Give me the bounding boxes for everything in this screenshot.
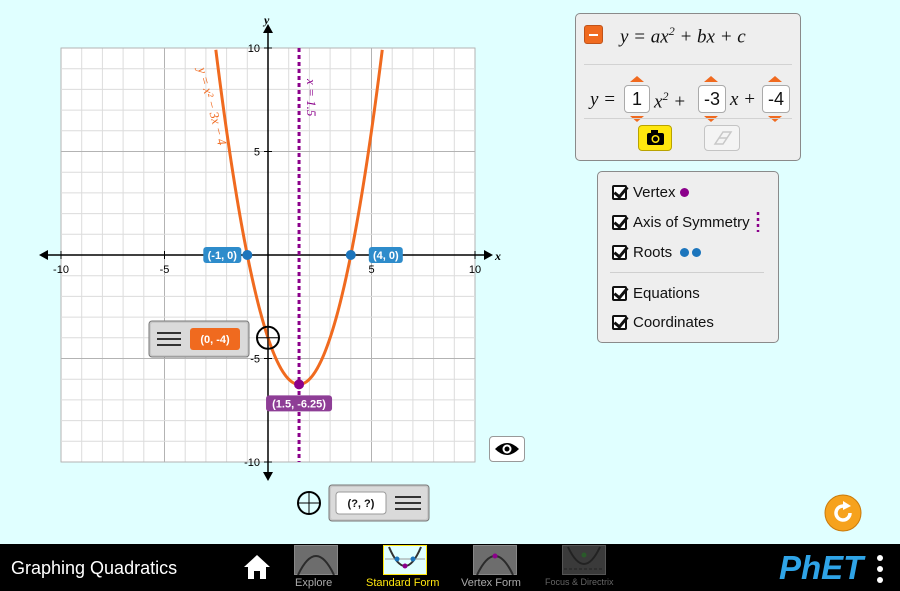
tab-standard-form-label: Standard Form — [366, 577, 440, 589]
coordinates-checkbox-row[interactable]: Coordinates — [612, 311, 714, 333]
y-tick-label: -10 — [244, 457, 260, 469]
phet-logo[interactable]: PhET — [779, 551, 871, 583]
y-axis-label: y — [262, 13, 270, 27]
tab-explore-label: Explore — [295, 577, 333, 589]
vertex-point — [294, 379, 305, 390]
camera-icon — [647, 130, 664, 145]
x-tick-label: -5 — [160, 264, 170, 276]
b-spinner[interactable]: -3 — [698, 76, 726, 122]
separator — [584, 118, 792, 119]
equations-checkbox-label: Equations — [633, 284, 700, 302]
tab-standard-form[interactable]: Standard Form — [363, 544, 449, 591]
y-tick-label: -5 — [250, 354, 260, 366]
navigation-bar: Graphing Quadratics Explore Standard For… — [0, 544, 900, 591]
show-curves-button[interactable] — [489, 436, 525, 462]
axis-of-symmetry-checkbox[interactable] — [612, 214, 627, 230]
b-increment-arrow[interactable] — [704, 76, 718, 82]
axis-of-symmetry-label: x = 1.5 — [304, 78, 319, 117]
vertex-checkbox-label: Vertex — [633, 183, 676, 201]
c-spinner[interactable]: -4 — [762, 76, 790, 122]
roots-checkbox[interactable] — [612, 244, 627, 260]
axis-of-symmetry-legend-icon — [756, 212, 759, 232]
roots-checkbox-row[interactable]: Roots — [612, 241, 702, 263]
x-axis-label: x — [494, 249, 501, 263]
a-spinner[interactable]: 1 — [624, 76, 650, 122]
b-decrement-arrow[interactable] — [704, 116, 718, 122]
root-label-right: (4, 0) — [368, 247, 403, 263]
a-increment-arrow[interactable] — [630, 76, 644, 82]
x-axis-arrow-left — [39, 250, 48, 260]
root-label-left: (-1, 0) — [203, 247, 242, 263]
vertex-checkbox-row[interactable]: Vertex — [612, 181, 689, 203]
point-tool-2[interactable]: (?, ?) — [297, 484, 430, 522]
x-tick-label: -10 — [53, 264, 69, 276]
explore-thumbnail-icon — [294, 545, 338, 575]
y-equals-label: y = — [590, 89, 617, 110]
tab-focus-directrix[interactable]: Focus & Directrix — [543, 544, 625, 591]
x-squared-label: x2 + — [654, 89, 687, 113]
vertex-checkbox[interactable] — [612, 184, 627, 200]
vertex-coordinates: (1.5, -6.25) — [272, 398, 326, 410]
vertex-label: (1.5, -6.25) — [266, 395, 333, 412]
c-decrement-arrow[interactable] — [768, 116, 782, 122]
roots-legend-icon — [692, 247, 702, 257]
standard-form-thumbnail-icon — [383, 545, 427, 575]
general-form-title: y = ax2 + bx + c — [620, 24, 746, 48]
axis-of-symmetry-checkbox-label: Axis of Symmetry — [633, 213, 750, 231]
focus-directrix-thumbnail-icon — [562, 545, 606, 575]
phet-menu-button[interactable] — [875, 554, 885, 584]
eraser-icon — [713, 131, 733, 145]
more-options-icon — [877, 555, 883, 583]
y-tick-label: 10 — [248, 43, 260, 55]
root-point-right — [345, 250, 356, 260]
sim-title: Graphing Quadratics — [11, 558, 178, 578]
erase-button[interactable] — [704, 125, 740, 151]
tab-focus-directrix-label: Focus & Directrix — [545, 577, 614, 587]
c-increment-arrow[interactable] — [768, 76, 782, 82]
reset-all-button[interactable] — [823, 493, 863, 533]
root-coordinates-right: (4, 0) — [373, 250, 399, 262]
roots-legend-icon — [680, 247, 690, 257]
x-tick-label: 5 — [368, 264, 374, 276]
y-axis-arrow-down — [263, 472, 273, 481]
root-point-left — [242, 250, 253, 260]
point-tool-2-coordinates: (?, ?) — [348, 498, 375, 510]
graph-options-panel: Vertex Axis of Symmetry Roots Equations … — [597, 171, 779, 343]
y-tick-label: 5 — [254, 147, 260, 159]
equation-panel: y = ax2 + bx + c y = 1 x2 + -3 x + -4 — [575, 13, 801, 161]
phet-logo-text: PhET — [779, 551, 866, 583]
separator — [584, 64, 792, 65]
collapse-button[interactable] — [584, 25, 603, 44]
tab-explore[interactable]: Explore — [292, 544, 340, 591]
eye-icon — [495, 443, 519, 455]
a-value[interactable]: 1 — [624, 85, 650, 113]
save-equation-button[interactable] — [638, 125, 672, 151]
x-plus-label: x + — [730, 89, 757, 110]
point-tool-1-coordinates: (0, -4) — [200, 334, 230, 346]
separator — [610, 272, 764, 273]
home-icon — [244, 555, 270, 579]
tab-vertex-form-label: Vertex Form — [461, 577, 521, 589]
b-value[interactable]: -3 — [698, 85, 726, 113]
x-tick-label: 10 — [469, 264, 481, 276]
coordinates-checkbox[interactable] — [612, 314, 627, 330]
roots-checkbox-label: Roots — [633, 243, 673, 261]
c-value[interactable]: -4 — [762, 85, 790, 113]
x-axis-arrow-right — [484, 250, 493, 260]
vertex-legend-icon — [679, 187, 689, 197]
home-button[interactable] — [243, 554, 271, 580]
axis-of-symmetry-checkbox-row[interactable]: Axis of Symmetry — [612, 211, 763, 233]
a-decrement-arrow[interactable] — [630, 116, 644, 122]
coordinates-checkbox-label: Coordinates — [633, 313, 714, 331]
equations-checkbox[interactable] — [612, 285, 627, 301]
equations-checkbox-row[interactable]: Equations — [612, 282, 700, 304]
vertex-form-thumbnail-icon — [473, 545, 517, 575]
root-coordinates-left: (-1, 0) — [208, 250, 238, 262]
tab-vertex-form[interactable]: Vertex Form — [459, 544, 531, 591]
